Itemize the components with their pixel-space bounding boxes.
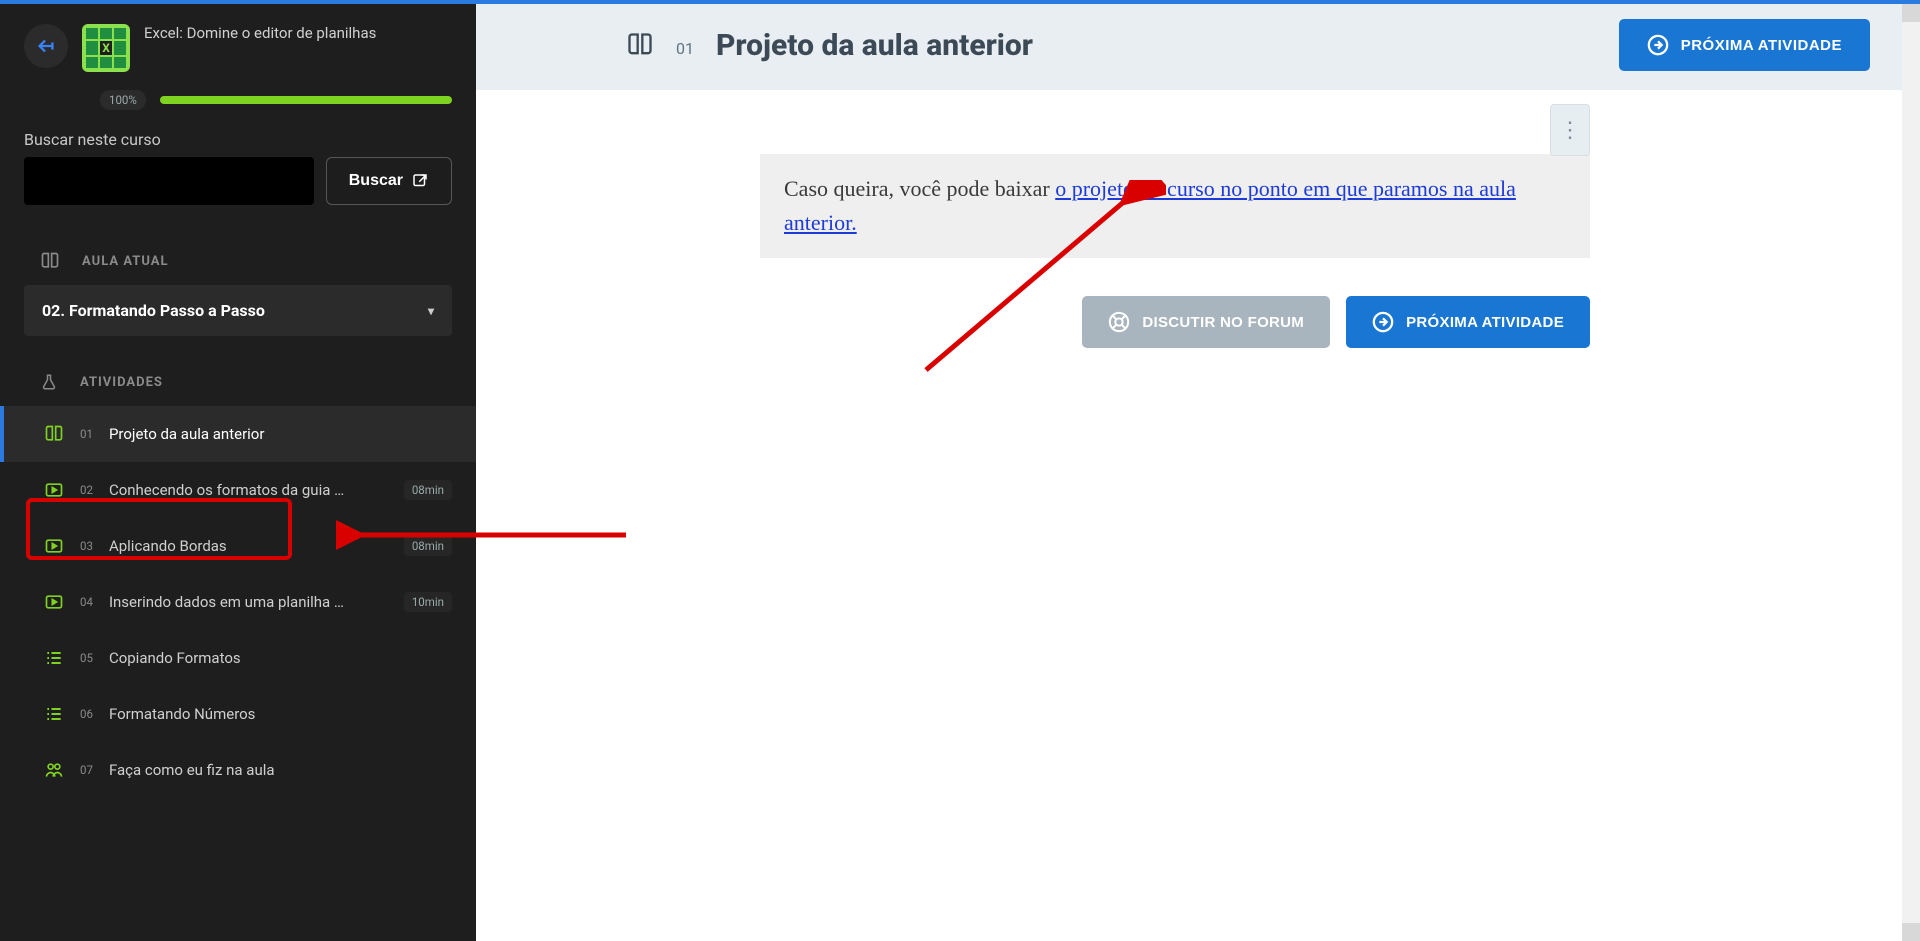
activity-item-07[interactable]: 07 Faça como eu fiz na aula <box>0 742 476 798</box>
course-title: Excel: Domine o editor de planilhas <box>144 24 376 44</box>
activity-index: 02 <box>80 483 93 497</box>
content-header: 01 Projeto da aula anterior PRÓXIMA ATIV… <box>476 0 1910 90</box>
discuss-forum-label: DISCUTIR NO FORUM <box>1142 314 1304 331</box>
search-row: Buscar <box>0 157 476 229</box>
activity-item-04[interactable]: 04 Inserindo dados em uma planilha … 10min <box>0 574 476 630</box>
activity-duration: 08min <box>404 536 452 556</box>
section-activities-header: ATIVIDADES <box>0 350 476 406</box>
activity-item-06[interactable]: 06 Formatando Números <box>0 686 476 742</box>
activity-duration: 10min <box>404 592 452 612</box>
current-lesson-label: 02. Formatando Passo a Passo <box>42 301 265 320</box>
discuss-forum-button[interactable]: DISCUTIR NO FORUM <box>1082 296 1330 348</box>
section-current-lesson-header: AULA ATUAL <box>0 229 476 285</box>
search-button[interactable]: Buscar <box>326 157 452 205</box>
search-button-label: Buscar <box>349 172 403 190</box>
back-button[interactable] <box>24 24 68 68</box>
activity-title: Inserindo dados em uma planilha … <box>109 593 388 611</box>
next-activity-label: PRÓXIMA ATIVIDADE <box>1406 314 1564 331</box>
arrow-right-circle-icon <box>1647 34 1669 56</box>
activity-item-02[interactable]: 02 Conhecendo os formatos da guia … 08min <box>0 462 476 518</box>
activity-duration: 08min <box>404 480 452 500</box>
content-text: Caso queira, você pode baixar <box>784 176 1055 201</box>
content-action-row: DISCUTIR NO FORUM PRÓXIMA ATIVIDADE <box>760 296 1590 348</box>
current-lesson-selector[interactable]: 02. Formatando Passo a Passo ▾ <box>24 285 452 336</box>
course-header: X Excel: Domine o editor de planilhas <box>0 20 476 90</box>
people-icon <box>44 760 64 780</box>
progress-bar <box>160 96 452 104</box>
section-activities-label: ATIVIDADES <box>80 375 163 390</box>
top-accent-strip <box>0 0 1920 4</box>
more-options-button[interactable]: ⋮ <box>1550 104 1590 156</box>
list-icon <box>44 704 64 724</box>
course-thumbnail-icon: X <box>82 24 130 72</box>
activity-index: 03 <box>80 539 93 553</box>
next-activity-button-top[interactable]: PRÓXIMA ATIVIDADE <box>1619 19 1870 71</box>
content-body: Caso queira, você pode baixar o projeto … <box>760 154 1590 258</box>
activity-title: Projeto da aula anterior <box>109 425 452 443</box>
scrollbar-down-button[interactable] <box>1902 923 1920 941</box>
activity-title: Copiando Formatos <box>109 649 452 667</box>
search-input[interactable] <box>24 157 314 205</box>
list-icon <box>44 648 64 668</box>
activity-title: Faça como eu fiz na aula <box>109 761 452 779</box>
video-icon <box>44 480 64 500</box>
activity-index: 01 <box>80 427 93 441</box>
activity-title: Aplicando Bordas <box>109 537 388 555</box>
open-book-icon <box>626 31 654 59</box>
kebab-icon: ⋮ <box>1559 118 1581 143</box>
activity-index: 04 <box>80 595 93 609</box>
activity-index: 07 <box>80 763 93 777</box>
lifebuoy-icon <box>1108 311 1130 333</box>
open-book-icon <box>44 424 64 444</box>
external-link-icon <box>411 172 429 190</box>
activity-number: 01 <box>676 39 694 58</box>
flask-icon <box>40 372 58 392</box>
activity-item-03[interactable]: 03 Aplicando Bordas 08min <box>0 518 476 574</box>
video-icon <box>44 536 64 556</box>
next-activity-button-bottom[interactable]: PRÓXIMA ATIVIDADE <box>1346 296 1590 348</box>
activity-title: Conhecendo os formatos da guia … <box>109 481 388 499</box>
section-current-lesson-label: AULA ATUAL <box>82 254 169 269</box>
activity-title: Projeto da aula anterior <box>716 28 1033 63</box>
book-open-icon <box>40 251 60 271</box>
activity-index: 05 <box>80 651 93 665</box>
arrow-right-circle-icon <box>1372 311 1394 333</box>
progress-row: 100% <box>0 90 476 130</box>
scrollbar-track[interactable] <box>1902 4 1920 941</box>
main-content: 01 Projeto da aula anterior PRÓXIMA ATIV… <box>476 0 1920 941</box>
activity-index: 06 <box>80 707 93 721</box>
activity-item-01[interactable]: 01 Projeto da aula anterior <box>0 406 476 462</box>
scrollbar-up-button[interactable] <box>1902 4 1920 22</box>
activity-list: 01 Projeto da aula anterior 02 Conhecendo o… <box>0 406 476 798</box>
video-icon <box>44 592 64 612</box>
sidebar: X Excel: Domine o editor de planilhas 10… <box>0 0 476 941</box>
search-label: Buscar neste curso <box>0 130 476 157</box>
activity-title: Formatando Números <box>109 705 452 723</box>
activity-item-05[interactable]: 05 Copiando Formatos <box>0 630 476 686</box>
progress-percent-label: 100% <box>100 90 146 110</box>
back-arrow-icon <box>35 35 57 57</box>
next-activity-label: PRÓXIMA ATIVIDADE <box>1681 37 1842 54</box>
chevron-down-icon: ▾ <box>428 304 434 318</box>
